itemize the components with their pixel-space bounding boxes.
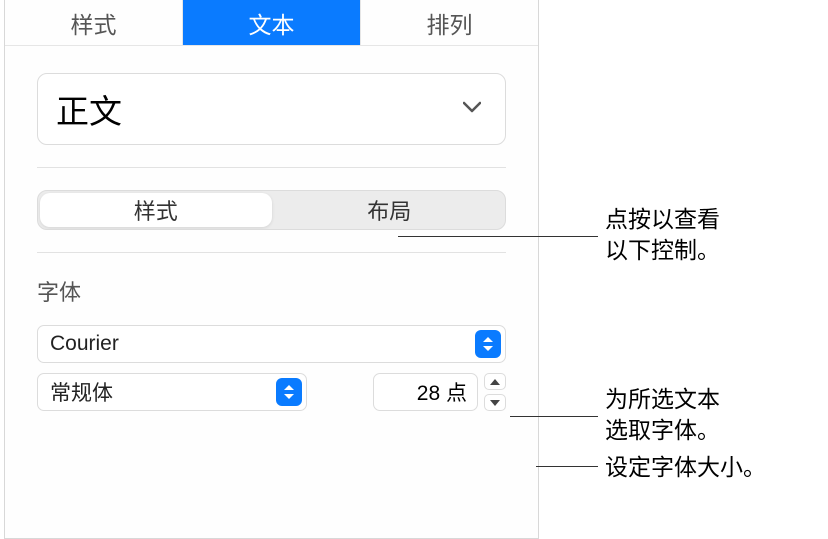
callout-font-family: 为所选文本选取字体。 (605, 384, 720, 446)
font-size-input[interactable]: 28 点 (373, 373, 478, 411)
stepper-down-button[interactable] (484, 394, 506, 411)
disclosure-icon (276, 378, 302, 406)
caret-down-icon (483, 346, 493, 351)
paragraph-style-select[interactable]: 正文 (37, 73, 506, 145)
divider (37, 252, 506, 253)
stepper-up-button[interactable] (484, 373, 506, 390)
callout-layout: 点按以查看以下控制。 (605, 204, 720, 266)
callout-leader (510, 416, 598, 417)
paragraph-style-label: 正文 (56, 85, 122, 133)
callout-font-size: 设定字体大小。 (605, 452, 766, 483)
font-weight-select[interactable]: 常规体 (37, 373, 307, 411)
font-section-label: 字体 (37, 275, 506, 307)
disclosure-icon (475, 330, 501, 358)
callout-leader (398, 236, 598, 237)
inspector-panel: 样式 文本 排列 正文 样式 布局 字体 Courier (4, 0, 539, 539)
font-size-stepper (484, 373, 506, 411)
inner-tab-style[interactable]: 样式 (40, 193, 272, 227)
chevron-up-icon (490, 379, 500, 385)
font-family-select[interactable]: Courier (37, 325, 506, 363)
tab-style[interactable]: 样式 (5, 0, 183, 45)
inner-tab-layout[interactable]: 布局 (274, 191, 506, 229)
top-tabs: 样式 文本 排列 (5, 0, 538, 46)
font-size-value: 28 点 (417, 377, 467, 407)
font-weight-value: 常规体 (50, 377, 276, 407)
font-family-value: Courier (50, 332, 475, 356)
divider (37, 167, 506, 168)
inner-tab-selector: 样式 布局 (37, 190, 506, 230)
tab-arrange[interactable]: 排列 (361, 0, 538, 45)
caret-down-icon (284, 394, 294, 399)
caret-up-icon (483, 337, 493, 342)
chevron-down-icon (490, 400, 500, 406)
chevron-down-icon (463, 100, 481, 118)
caret-up-icon (284, 385, 294, 390)
callout-leader (536, 466, 598, 467)
tab-text[interactable]: 文本 (183, 0, 361, 45)
